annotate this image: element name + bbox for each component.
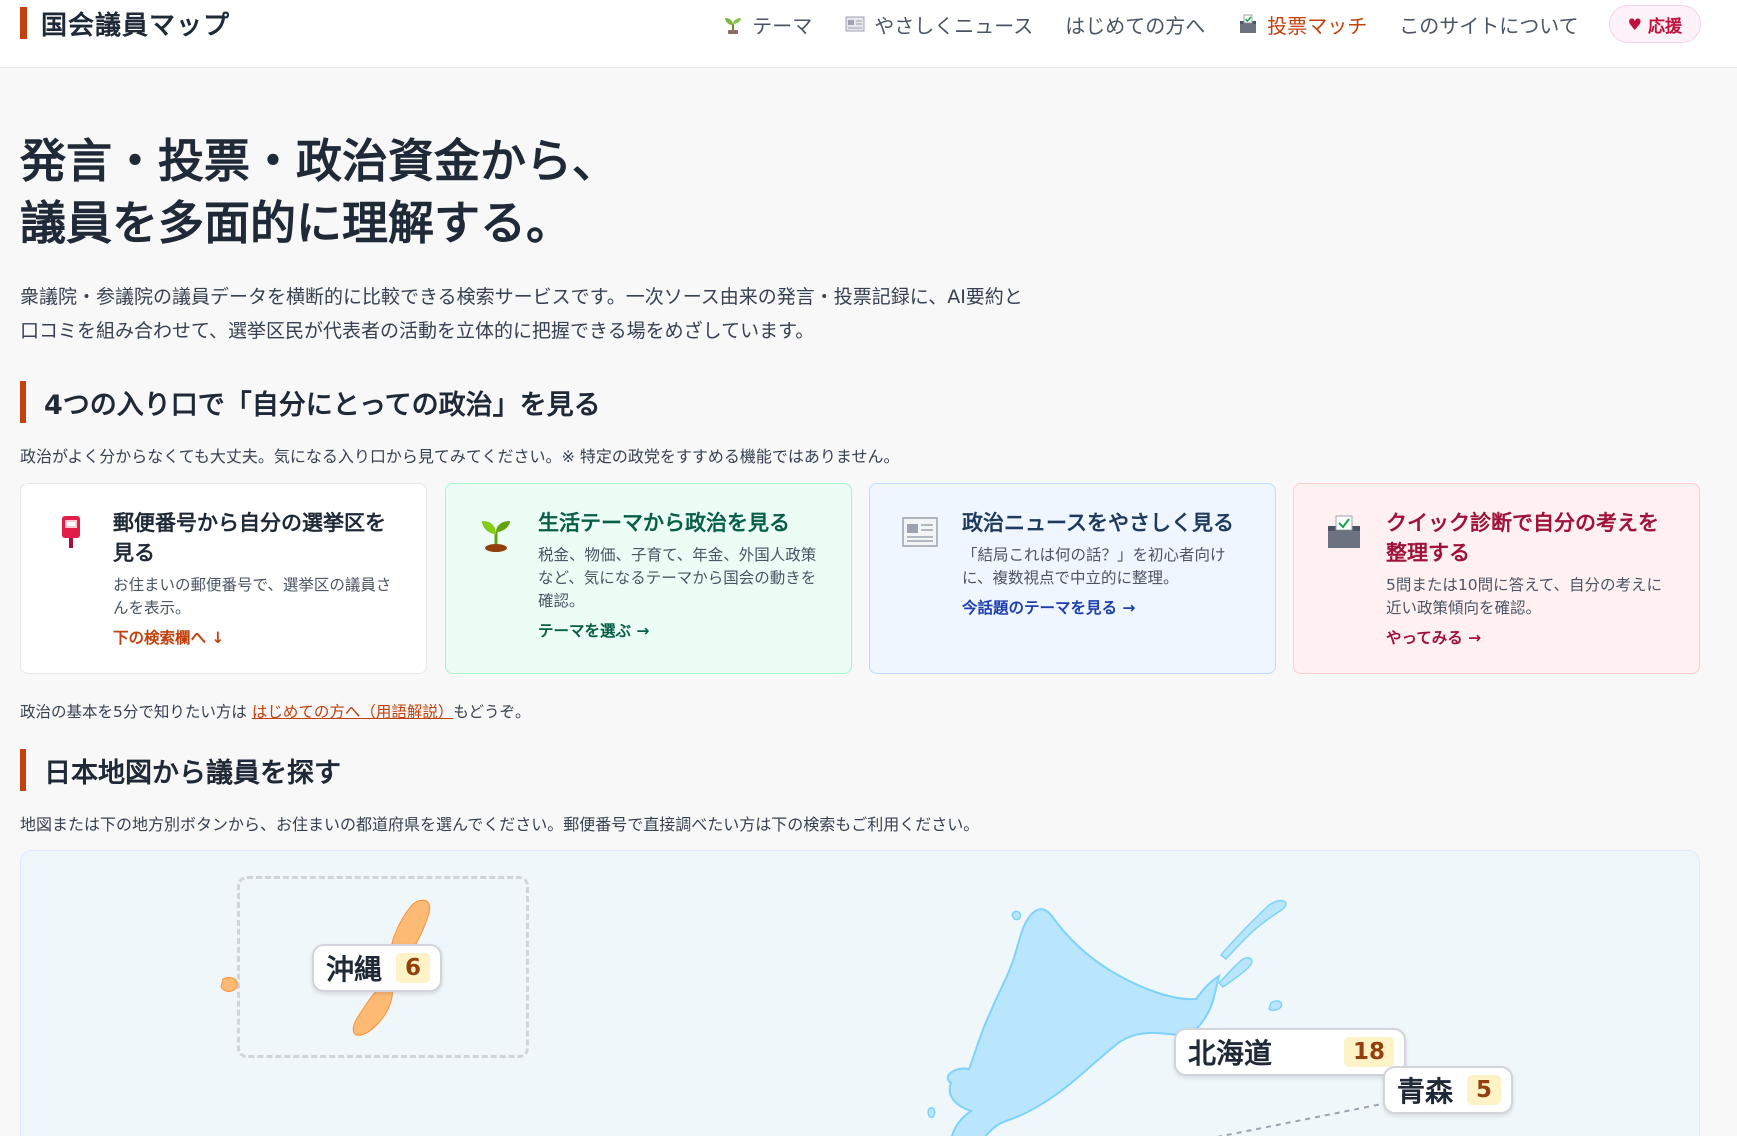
card-description: 「結局これは何の話？」を初心者向けに、複数視点で中立的に整理。 [962, 546, 1226, 587]
aomori-connector-line [1216, 1102, 1388, 1136]
ballot-box-icon [1324, 512, 1364, 552]
mailbox-icon [51, 512, 91, 552]
entry-card-quiz[interactable]: クイック診断で自分の考えを整理する 5問または10問に答えて、自分の考えに近い政… [1293, 483, 1700, 674]
okinawa-region-south [352, 984, 393, 1036]
hero-description: 衆議院・参議院の議員データを横断的に比較できる検索サービスです。一次ソース由来の… [20, 286, 1023, 342]
nav-item-theme[interactable]: テーマ [722, 10, 812, 39]
okushiri-island [927, 1106, 936, 1119]
card-description: 5問または10問に答えて、自分の考えに近い政策傾向を確認。 [1386, 576, 1663, 617]
kuril-islands-south [1268, 1000, 1283, 1012]
newspaper-icon [900, 512, 940, 552]
card-title: 政治ニュースをやさしく見る [962, 511, 1234, 535]
support-button[interactable]: ♥ 応援 [1608, 5, 1701, 43]
hokkaido-region [946, 908, 1221, 1136]
nav-item-vote-match[interactable]: 投票マッチ [1237, 10, 1367, 39]
card-link[interactable]: テーマを選ぶ → [538, 619, 827, 641]
japan-map: 沖縄 6 北海道 18 青森 5 [20, 850, 1700, 1136]
nav-label: テーマ [752, 13, 813, 38]
hero-title-line1: 発言・投票・政治資金から、 [20, 134, 618, 188]
pref-count-badge: 5 [1467, 1075, 1502, 1105]
kuril-islands-mid [1217, 956, 1253, 988]
beginner-guide-line: 政治の基本を5分で知りたい方は はじめての方へ（用語解説）もどうぞ。 [20, 700, 531, 722]
entry-section-heading: 4つの入り口で「自分にとっての政治」を見る [20, 381, 601, 423]
nav-item-beginners[interactable]: はじめての方へ [1065, 10, 1205, 39]
card-title: 生活テーマから政治を見る [538, 511, 790, 535]
nav-item-about[interactable]: このサイトについて [1399, 10, 1578, 39]
beginner-suffix: もどうぞ。 [453, 703, 531, 721]
pref-name: 北海道 [1188, 1037, 1273, 1070]
site-header: 国会議員マップ テーマ やさしくニュース はじめての方へ 投票マッチ このサイト… [0, 0, 1737, 68]
nav-item-news[interactable]: やさしくニュース [844, 10, 1033, 39]
card-link[interactable]: やってみる → [1386, 626, 1675, 648]
main-nav: テーマ やさしくニュース はじめての方へ 投票マッチ このサイトについて ♥ 応… [690, 4, 1701, 44]
okinawa-outer-island [220, 976, 238, 992]
pref-count-badge: 18 [1344, 1037, 1395, 1067]
entry-card-news[interactable]: 政治ニュースをやさしく見る 「結局これは何の話？」を初心者向けに、複数視点で中立… [869, 483, 1276, 674]
pref-count-badge: 6 [396, 953, 431, 983]
brand-accent-bar [20, 7, 27, 39]
entry-section-subtitle: 政治がよく分からなくても大丈夫。気になる入り口から見てみてください。※ 特定の政… [20, 447, 900, 466]
card-link[interactable]: 下の検索欄へ ↓ [113, 626, 402, 648]
pref-label-hokkaido[interactable]: 北海道 18 [1174, 1028, 1407, 1076]
card-title: 郵便番号から自分の選挙区を見る [113, 511, 386, 565]
pref-label-aomori[interactable]: 青森 5 [1383, 1066, 1514, 1114]
map-section-title: 日本地図から議員を探す [44, 757, 341, 789]
seedling-icon [476, 512, 516, 552]
section-accent-bar [20, 749, 26, 791]
brand-logo[interactable]: 国会議員マップ [20, 5, 230, 42]
newspaper-icon [844, 13, 866, 35]
entry-section-title: 4つの入り口で「自分にとっての政治」を見る [44, 389, 601, 421]
heart-icon: ♥ [1627, 14, 1642, 34]
hero-title: 発言・投票・政治資金から、 議員を多面的に理解する。 [20, 130, 618, 254]
rishiri-island [1011, 910, 1022, 921]
card-title: クイック診断で自分の考えを整理する [1386, 511, 1659, 565]
nav-label: 投票マッチ [1267, 13, 1368, 38]
nav-label: このサイトについて [1399, 13, 1579, 38]
ballot-box-icon [1237, 13, 1259, 35]
entry-card-theme[interactable]: 生活テーマから政治を見る 税金、物価、子育て、年金、外国人政策など、気になるテー… [445, 483, 852, 674]
nav-label: はじめての方へ [1065, 13, 1206, 38]
card-description: お住まいの郵便番号で、選挙区の議員さんを表示。 [113, 576, 392, 617]
pref-name: 沖縄 [326, 953, 383, 986]
support-label: 応援 [1648, 16, 1682, 37]
entry-card-postal[interactable]: 郵便番号から自分の選挙区を見る お住まいの郵便番号で、選挙区の議員さんを表示。 … [20, 483, 427, 674]
hero-title-line2: 議員を多面的に理解する。 [20, 196, 572, 250]
map-section-subtitle: 地図または下の地方別ボタンから、お住まいの都道府県を選んでください。郵便番号で直… [20, 815, 980, 834]
section-accent-bar [20, 381, 26, 423]
seedling-icon [722, 13, 744, 35]
beginner-prefix: 政治の基本を5分で知りたい方は [20, 703, 247, 721]
pref-label-okinawa[interactable]: 沖縄 6 [312, 944, 443, 992]
beginner-guide-link[interactable]: はじめての方へ（用語解説） [252, 703, 454, 721]
card-description: 税金、物価、子育て、年金、外国人政策など、気になるテーマから国会の動きを確認。 [538, 546, 817, 610]
card-link[interactable]: 今話題のテーマを見る → [962, 596, 1251, 618]
site-name[interactable]: 国会議員マップ [41, 5, 230, 42]
kuril-islands [1219, 899, 1287, 961]
pref-name: 青森 [1397, 1075, 1454, 1108]
map-section-heading: 日本地図から議員を探す [20, 749, 341, 791]
nav-label: やさしくニュース [874, 13, 1034, 38]
